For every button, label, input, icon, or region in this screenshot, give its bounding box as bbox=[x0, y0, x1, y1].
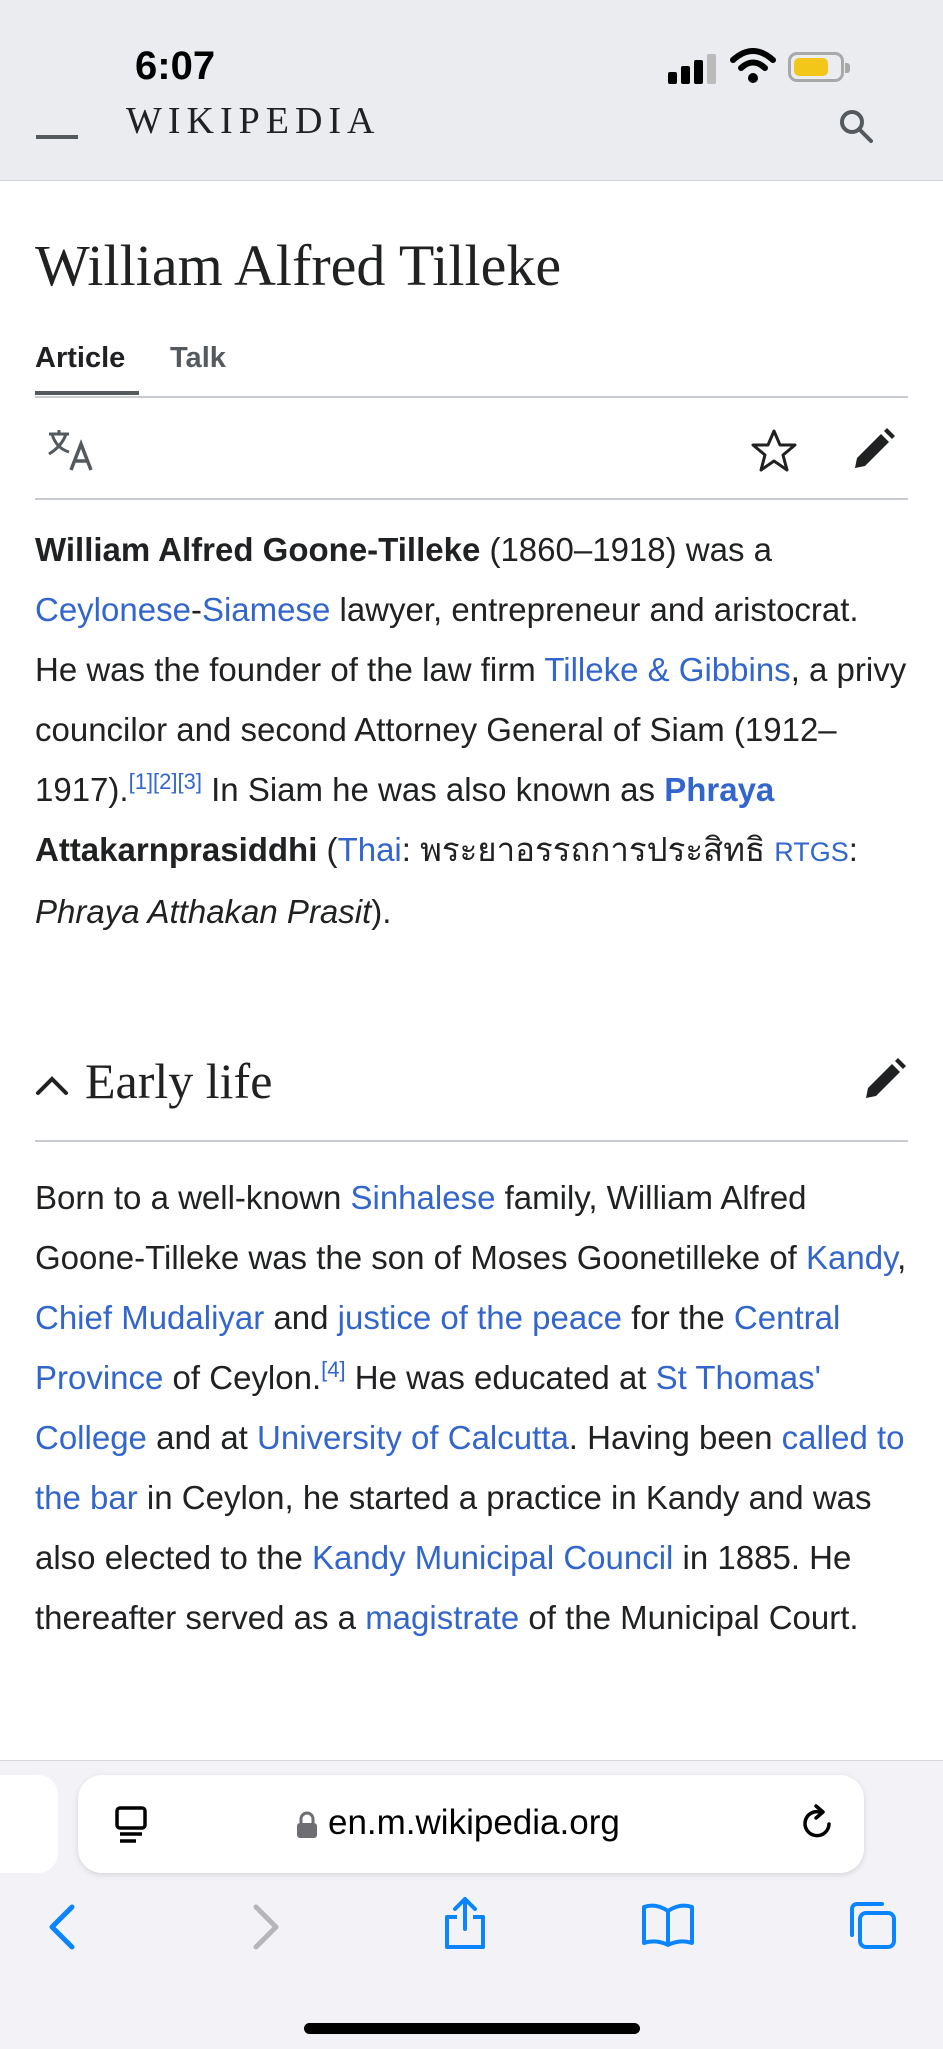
share-icon[interactable] bbox=[442, 1895, 488, 1951]
page-title: William Alfred Tilleke bbox=[35, 233, 562, 298]
text: of the Municipal Court. bbox=[519, 1599, 859, 1636]
reference-1-2-3[interactable]: [1][2][3] bbox=[129, 769, 202, 794]
link-chief-mudaliyar[interactable]: Chief Mudaliyar bbox=[35, 1299, 264, 1336]
link-ceylonese[interactable]: Ceylonese bbox=[35, 591, 191, 628]
watch-star-icon[interactable] bbox=[751, 428, 797, 472]
language-icon[interactable] bbox=[47, 428, 95, 472]
search-icon[interactable] bbox=[838, 108, 874, 144]
text: and at bbox=[146, 1419, 258, 1456]
link-tilleke-gibbins[interactable]: Tilleke & Gibbins bbox=[544, 651, 790, 688]
reload-icon[interactable] bbox=[798, 1803, 838, 1843]
section-title: Early life bbox=[85, 1053, 273, 1109]
bookmarks-icon[interactable] bbox=[640, 1901, 696, 1949]
reference-4[interactable]: [4] bbox=[321, 1357, 345, 1382]
url-text[interactable]: en.m.wikipedia.org bbox=[328, 1803, 620, 1843]
section-early-life-header[interactable]: Early life bbox=[35, 1044, 908, 1142]
link-siamese[interactable]: Siamese bbox=[202, 591, 330, 628]
back-icon[interactable] bbox=[44, 1903, 80, 1951]
link-kandy[interactable]: Kandy bbox=[806, 1239, 897, 1276]
header-bar: 6:07 WIKIPEDIA bbox=[0, 0, 943, 181]
text: of Ceylon. bbox=[163, 1359, 322, 1396]
early-life-paragraph: Born to a well-known Sinhalese family, W… bbox=[35, 1168, 908, 1648]
link-magistrate[interactable]: magistrate bbox=[365, 1599, 519, 1636]
text: , bbox=[897, 1239, 907, 1276]
address-bar[interactable]: en.m.wikipedia.org bbox=[78, 1775, 864, 1873]
section-edit-pencil-icon[interactable] bbox=[862, 1058, 908, 1102]
link-justice-of-the-peace[interactable]: justice of the peace bbox=[338, 1299, 622, 1336]
article-subject-name: William Alfred Goone-Tilleke bbox=[35, 531, 481, 568]
wikipedia-wordmark[interactable]: WIKIPEDIA bbox=[126, 102, 381, 140]
tab-article[interactable]: Article bbox=[35, 342, 125, 375]
text: and bbox=[264, 1299, 338, 1336]
text: . Having been bbox=[568, 1419, 782, 1456]
article-tabs: Article Talk bbox=[35, 336, 908, 398]
forward-icon[interactable] bbox=[248, 1903, 284, 1951]
text: ). bbox=[371, 893, 392, 930]
home-indicator bbox=[304, 2023, 640, 2034]
link-sinhalese[interactable]: Sinhalese bbox=[350, 1179, 495, 1216]
menu-icon[interactable] bbox=[36, 135, 78, 139]
rtgs-transliteration: Phraya Atthakan Prasit bbox=[35, 893, 372, 930]
text: - bbox=[190, 591, 202, 628]
edit-pencil-icon[interactable] bbox=[851, 428, 897, 472]
link-kandy-municipal-council[interactable]: Kandy Municipal Council bbox=[312, 1539, 673, 1576]
text: ( bbox=[317, 831, 338, 868]
chevron-up-icon[interactable] bbox=[35, 1074, 69, 1096]
page-actions bbox=[35, 398, 908, 500]
battery-icon bbox=[788, 52, 850, 82]
text: for the bbox=[622, 1299, 734, 1336]
text: Born to a well-known bbox=[35, 1179, 351, 1216]
text: : พระยาอรรถการประสิทธิ bbox=[401, 831, 775, 868]
status-time: 6:07 bbox=[135, 44, 216, 88]
cellular-signal-icon bbox=[668, 52, 716, 84]
previous-tab-card[interactable] bbox=[0, 1775, 58, 1873]
text: (1860–1918) was a bbox=[480, 531, 772, 568]
link-rtgs[interactable]: RTGS bbox=[774, 837, 849, 867]
text: He was educated at bbox=[345, 1359, 656, 1396]
tabs-icon[interactable] bbox=[846, 1899, 898, 1951]
browser-bottom-bar: en.m.wikipedia.org bbox=[0, 1760, 943, 2049]
tab-talk[interactable]: Talk bbox=[170, 342, 226, 375]
active-tab-indicator bbox=[35, 391, 139, 395]
wifi-icon bbox=[730, 48, 776, 83]
page-menu-icon[interactable] bbox=[114, 1805, 148, 1845]
section-early-life-body: Born to a well-known Sinhalese family, W… bbox=[35, 1168, 908, 1648]
lock-icon bbox=[297, 1811, 317, 1838]
link-university-of-calcutta[interactable]: University of Calcutta bbox=[257, 1419, 569, 1456]
link-thai[interactable]: Thai bbox=[338, 831, 402, 868]
article-intro: William Alfred Goone-Tilleke (1860–1918)… bbox=[35, 520, 908, 942]
intro-paragraph: William Alfred Goone-Tilleke (1860–1918)… bbox=[35, 520, 908, 942]
text: : bbox=[848, 831, 858, 868]
bold-attakarnprasiddhi: Attakarnprasiddhi bbox=[35, 831, 318, 868]
text: In Siam he was also known as bbox=[201, 771, 665, 808]
link-phraya[interactable]: Phraya bbox=[664, 771, 774, 808]
